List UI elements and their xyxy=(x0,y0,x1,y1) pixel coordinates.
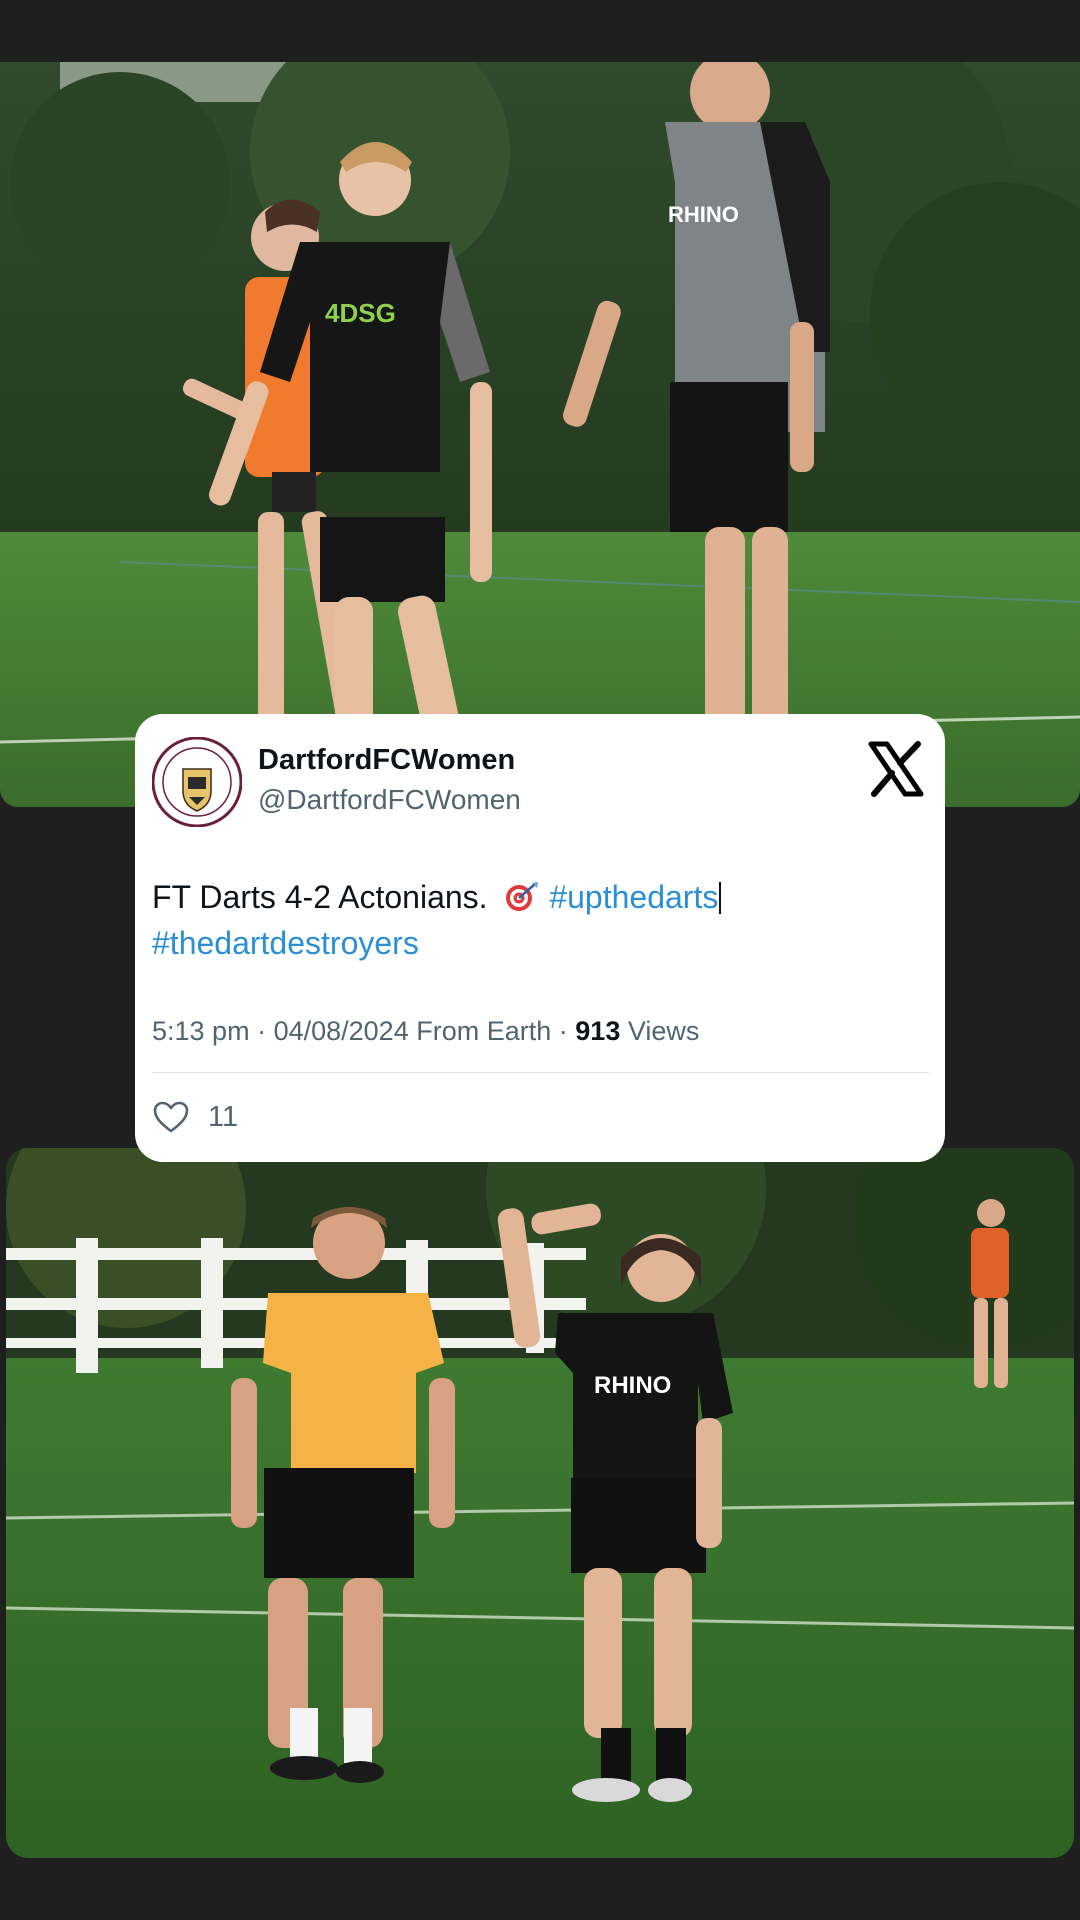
tweet-meta: 5:13 pm · 04/08/2024 From Earth · 913 Vi… xyxy=(152,1016,699,1047)
svg-text:RHINO: RHINO xyxy=(668,202,739,227)
hashtag-upthedarts[interactable]: #upthedarts xyxy=(549,879,718,915)
views-count: 913 xyxy=(575,1016,621,1046)
tweet-card[interactable]: DartfordFCWomen @DartfordFCWomen FT Dart… xyxy=(135,714,945,1162)
dart-target-emoji-icon xyxy=(504,881,540,913)
views-label: Views xyxy=(627,1016,700,1046)
tweet-source: From Earth xyxy=(416,1016,552,1046)
meta-separator: · xyxy=(257,1016,274,1046)
tweet-date: 04/08/2024 xyxy=(273,1016,409,1046)
x-logo-icon[interactable] xyxy=(867,740,925,798)
display-name[interactable]: DartfordFCWomen xyxy=(258,744,515,777)
like-button[interactable]: 11 xyxy=(152,1092,238,1142)
text-cursor xyxy=(719,882,722,914)
svg-text:RHINO: RHINO xyxy=(594,1372,671,1399)
meta-separator: · xyxy=(558,1016,576,1046)
bottom-photo: RHINO xyxy=(6,1148,1074,1858)
divider xyxy=(152,1072,929,1073)
heart-icon[interactable] xyxy=(152,1100,190,1134)
user-handle[interactable]: @DartfordFCWomen xyxy=(258,784,521,816)
svg-text:4DSG: 4DSG xyxy=(325,298,396,328)
hashtag-thedartdestroyers[interactable]: #thedartdestroyers xyxy=(152,925,419,961)
profile-avatar[interactable] xyxy=(152,737,242,827)
top-photo: 4DSG RHINO xyxy=(0,62,1080,807)
tweet-body-text: FT Darts 4-2 Actonians. xyxy=(152,879,488,915)
tweet-time: 5:13 pm xyxy=(152,1016,250,1046)
tweet-text: FT Darts 4-2 Actonians. #upthedarts #the… xyxy=(152,874,922,966)
like-count: 11 xyxy=(208,1100,239,1133)
